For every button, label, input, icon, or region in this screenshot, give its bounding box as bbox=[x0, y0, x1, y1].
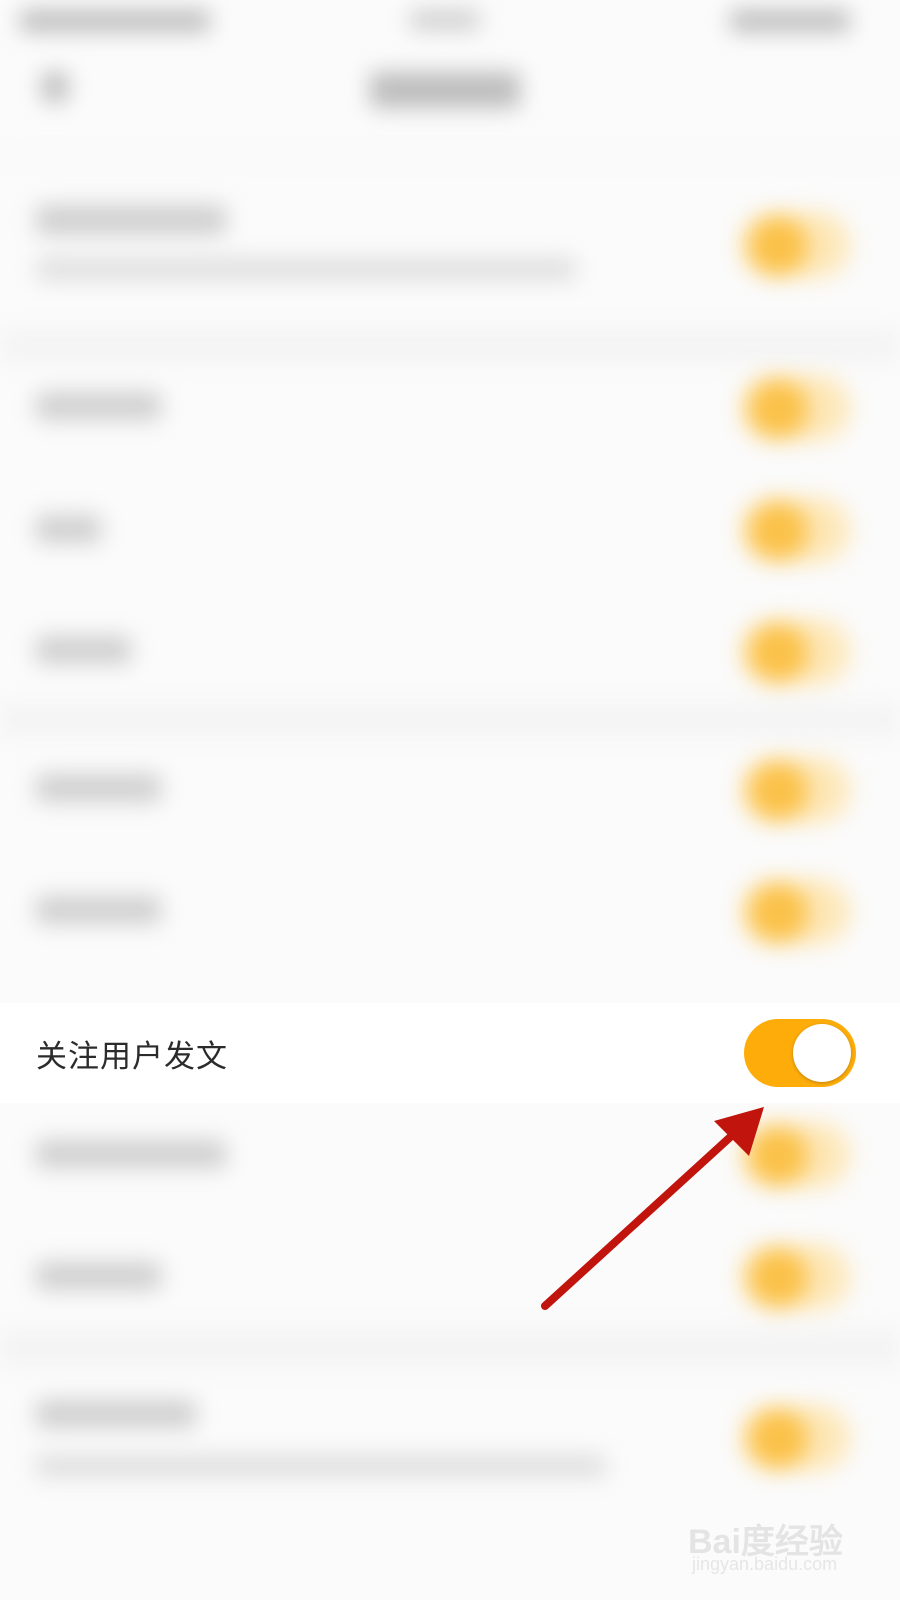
blurred-background bbox=[0, 0, 900, 1600]
follow-user-posts-toggle[interactable] bbox=[744, 1019, 856, 1087]
screen: 关注用户发文 Bai度经验 jingyan.baidu.com bbox=[0, 0, 900, 1600]
settings-row-follow-user-posts: 关注用户发文 bbox=[0, 1003, 900, 1103]
settings-row-label: 关注用户发文 bbox=[36, 1039, 228, 1075]
toggle-knob bbox=[793, 1024, 851, 1082]
watermark-site: jingyan.baidu.com bbox=[692, 1554, 838, 1574]
baidu-jingyan-watermark: Bai度经验 jingyan.baidu.com bbox=[688, 1500, 868, 1590]
